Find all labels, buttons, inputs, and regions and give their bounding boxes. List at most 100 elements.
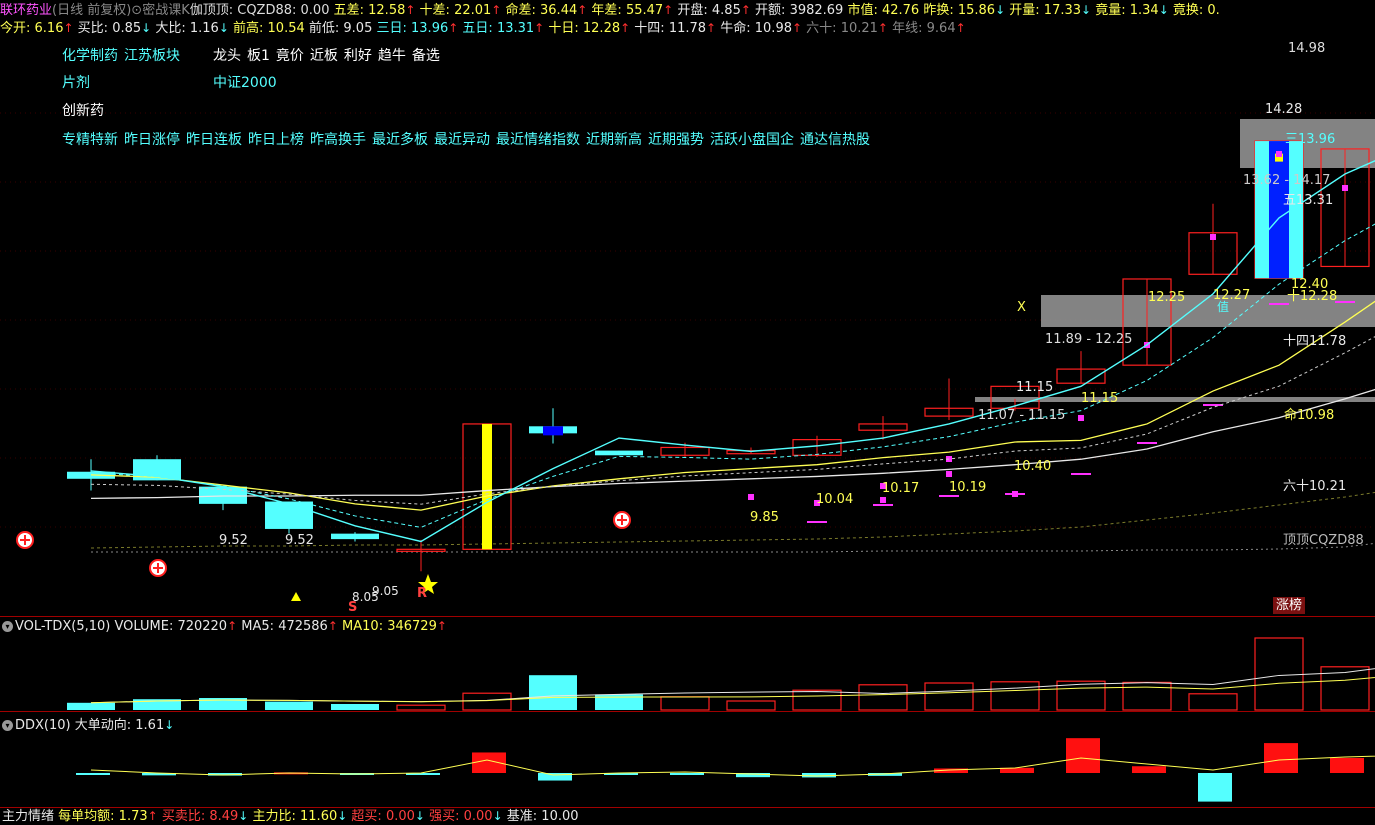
candle-highlight bbox=[1269, 141, 1289, 279]
label-x: X bbox=[1017, 300, 1026, 315]
label-range2: 11.89 - 12.25 bbox=[1045, 332, 1133, 347]
label-1225: 12.25 bbox=[1148, 290, 1186, 305]
volume-bar bbox=[396, 704, 446, 711]
ddx-value: 1.61 bbox=[135, 718, 165, 733]
vol-label: VOLUME: bbox=[114, 619, 178, 634]
header-field: ↓ bbox=[238, 809, 249, 823]
ddx-bar bbox=[1264, 743, 1298, 773]
signal-s: S bbox=[348, 600, 358, 615]
label-ma3: 三13.96 bbox=[1285, 132, 1336, 147]
ddx-bar bbox=[670, 773, 704, 775]
volume-bar bbox=[1254, 637, 1304, 711]
signal-marker bbox=[1078, 415, 1084, 421]
header-field: ↑ bbox=[147, 809, 158, 823]
volume-bar bbox=[660, 696, 710, 711]
header-field: 10.00 bbox=[541, 809, 579, 824]
separator-ddx bbox=[0, 711, 1375, 712]
ma10-label: MA10: bbox=[342, 619, 388, 634]
label-985: 9.85 bbox=[750, 510, 779, 525]
zhangbang-badge[interactable]: 涨榜 bbox=[1273, 597, 1306, 614]
ma5-value: 472586 bbox=[278, 619, 328, 634]
ddx-bar bbox=[1132, 766, 1166, 773]
header-field: 8.49 bbox=[209, 809, 239, 824]
header-field: 强买: bbox=[424, 809, 464, 824]
label-ma14: 十四11.78 bbox=[1283, 334, 1347, 349]
dropdown-icon[interactable]: ▾ bbox=[2, 621, 13, 632]
header-field: 0.00 bbox=[463, 809, 493, 824]
header-field: ↓ bbox=[337, 809, 348, 823]
label-1004: 10.04 bbox=[816, 492, 854, 507]
candle-body bbox=[265, 501, 313, 529]
vol-indicator-name[interactable]: VOL-TDX(5,10) bbox=[15, 619, 110, 634]
ddx-label: 大单动向: bbox=[74, 718, 136, 733]
ddx-indicator-name[interactable]: DDX(10) bbox=[15, 718, 71, 733]
signal-marker bbox=[1276, 151, 1282, 157]
volume-bar bbox=[990, 681, 1040, 711]
candle-highlight bbox=[482, 423, 492, 550]
candle-highlight bbox=[543, 426, 563, 436]
header-field: 0.00 bbox=[385, 809, 415, 824]
header-field: 每单均额: bbox=[54, 809, 119, 824]
volume-bar bbox=[726, 700, 776, 711]
bottom-indicator-bar: 主力情绪 每单均额: 1.73↑ 买卖比: 8.49↓ 主力比: 11.60↓ … bbox=[2, 808, 579, 825]
ma-life-line bbox=[90, 388, 1375, 500]
label-952a: 9.52 bbox=[219, 533, 248, 548]
down-arrow-icon: ↓ bbox=[164, 718, 175, 732]
ddx-bar bbox=[1330, 757, 1364, 773]
signal-marker bbox=[748, 494, 754, 500]
vol-value: 720220 bbox=[177, 619, 228, 634]
ddx-bar bbox=[76, 773, 110, 775]
ddx-header: ▾ DDX(10) 大单动向: 1.61↓ bbox=[2, 714, 174, 733]
label-952b: 9.52 bbox=[285, 533, 314, 548]
header-field: 11.60 bbox=[300, 809, 338, 824]
candle-body bbox=[595, 450, 643, 456]
label-ma5: 五13.31 bbox=[1283, 193, 1334, 208]
volume-bar bbox=[265, 701, 313, 710]
signal-r: R bbox=[417, 586, 428, 601]
candlestick-chart[interactable] bbox=[0, 0, 1375, 824]
vol-header: ▾ VOL-TDX(5,10) VOLUME: 720220↑ MA5: 4725… bbox=[2, 619, 447, 634]
ma10-value: 346729 bbox=[387, 619, 437, 634]
label-ma60: 六十10.21 bbox=[1283, 479, 1347, 494]
ma14-line bbox=[90, 336, 1375, 505]
volume-bar bbox=[331, 704, 379, 710]
label-zhi: 值 bbox=[1217, 300, 1230, 314]
volume-bar bbox=[1122, 681, 1172, 711]
header-field: ↓ bbox=[414, 809, 425, 823]
signal-marker bbox=[1342, 185, 1348, 191]
volume-bar bbox=[529, 675, 577, 710]
label-1017: 10.17 bbox=[882, 481, 920, 496]
signal-marker bbox=[880, 497, 886, 503]
header-field: 基准: bbox=[502, 809, 542, 824]
label-range3: 11.07 - 11.15 bbox=[978, 408, 1066, 423]
header-field: ↓ bbox=[492, 809, 503, 823]
label-ma10: 十12.28 bbox=[1287, 289, 1338, 304]
label-range1: 13.62 - 14.17 bbox=[1243, 173, 1331, 188]
separator-vol bbox=[0, 616, 1375, 617]
vol-ma10-line bbox=[90, 676, 1375, 704]
volume-bar bbox=[858, 684, 908, 711]
up-arrow-icon: ↑ bbox=[327, 619, 338, 633]
volume-bar bbox=[67, 702, 115, 710]
header-field: 1.73 bbox=[118, 809, 148, 824]
ddx-bar bbox=[1066, 738, 1100, 773]
volume-bar bbox=[1188, 693, 1238, 711]
volume-bar bbox=[462, 692, 512, 711]
ma5-label: MA5: bbox=[241, 619, 279, 634]
volume-bar bbox=[792, 689, 842, 711]
ddx-line bbox=[90, 755, 1375, 777]
ma3-line bbox=[90, 160, 1375, 543]
label-high: 14.98 bbox=[1288, 41, 1326, 56]
warning-triangle-icon bbox=[291, 592, 301, 601]
label-top-box: 14.28 bbox=[1265, 102, 1303, 117]
candle-body bbox=[331, 533, 379, 540]
label-cqzd: 顶顶CQZD88 bbox=[1283, 533, 1364, 548]
up-arrow-icon: ↑ bbox=[227, 619, 238, 633]
header-field: 买卖比: bbox=[157, 809, 210, 824]
label-ma-life: 命10.98 bbox=[1284, 408, 1335, 423]
signal-marker bbox=[1210, 234, 1216, 240]
ddx-bar bbox=[1198, 773, 1232, 802]
header-field: 超买: bbox=[347, 809, 386, 824]
signal-marker bbox=[946, 471, 952, 477]
dropdown-icon[interactable]: ▾ bbox=[2, 720, 13, 731]
